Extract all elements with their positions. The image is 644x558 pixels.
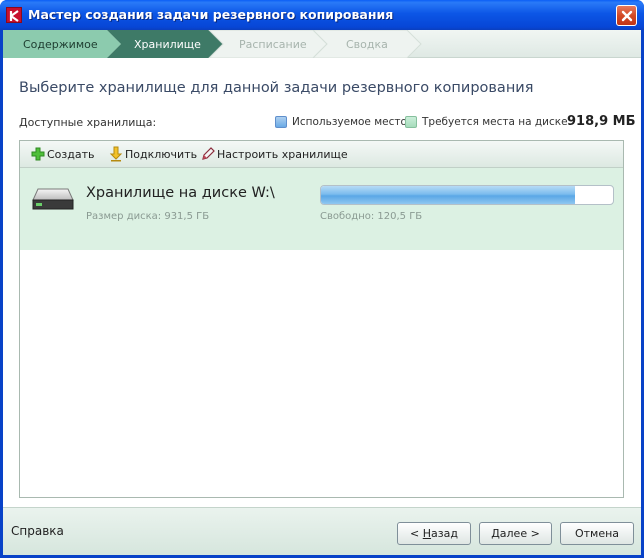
next-label: алее >	[499, 527, 540, 540]
step-summary: Сводка	[346, 38, 388, 51]
create-button-label: Создать	[47, 148, 95, 161]
title-bar[interactable]: Мастер создания задачи резервного копиро…	[0, 0, 644, 30]
hard-drive-icon	[32, 188, 74, 210]
wizard-footer: Справка < Назад Далее > Отмена	[3, 507, 641, 555]
back-button[interactable]: < Назад	[397, 522, 471, 545]
required-space-legend-swatch	[405, 116, 417, 128]
window-title: Мастер создания задачи резервного копиро…	[28, 7, 394, 22]
disk-usage-bar	[320, 185, 614, 205]
kaspersky-k-icon	[6, 7, 22, 23]
step-schedule: Расписание	[239, 38, 307, 51]
create-button[interactable]: Создать	[30, 146, 95, 164]
storage-disk-size: Размер диска: 931,5 ГБ	[86, 211, 210, 222]
configure-storage-button[interactable]: Настроить хранилище	[200, 146, 348, 164]
storage-list-item[interactable]: Хранилище на диске W:\ Размер диска: 931…	[20, 168, 623, 250]
close-x-icon	[621, 10, 633, 22]
help-link[interactable]: Справка	[11, 524, 64, 538]
connect-button-label: Подключить	[125, 148, 198, 161]
used-space-legend-swatch	[275, 116, 287, 128]
available-storages-label: Доступные хранилища:	[19, 116, 157, 129]
storage-name: Хранилище на диске W:\	[86, 185, 275, 201]
back-accel: Н	[422, 527, 432, 540]
cancel-button[interactable]: Отмена	[560, 522, 634, 545]
close-button[interactable]	[616, 5, 637, 26]
step-contents[interactable]: Содержимое	[23, 38, 98, 51]
storage-free-space: Свободно: 120,5 ГБ	[320, 211, 423, 222]
storage-list-panel: Создать Подключить Настроить хранилище Х…	[19, 140, 624, 498]
connect-button[interactable]: Подключить	[108, 146, 198, 164]
configure-storage-label: Настроить хранилище	[217, 148, 348, 161]
next-button[interactable]: Далее >	[479, 522, 552, 545]
storage-toolbar: Создать Подключить Настроить хранилище	[20, 141, 623, 168]
yellow-arrow-down-icon	[109, 146, 123, 162]
required-space-value: 918,9 МБ	[567, 114, 636, 129]
disk-usage-fill	[321, 186, 576, 204]
step-storage[interactable]: Хранилище	[134, 38, 201, 51]
back-prefix: <	[410, 527, 423, 540]
green-plus-icon	[31, 147, 45, 161]
page-heading: Выберите хранилище для данной задачи рез…	[19, 80, 534, 96]
wizard-window: Мастер создания задачи резервного копиро…	[0, 0, 644, 558]
wizard-client-area: Содержимое Хранилище Расписание Сводка В…	[3, 30, 641, 555]
pencil-icon	[202, 147, 215, 160]
wizard-steps-bar: Содержимое Хранилище Расписание Сводка	[3, 30, 641, 58]
used-space-legend-label: Используемое место	[292, 116, 407, 128]
required-space-legend-label: Требуется места на диске:	[422, 116, 572, 128]
next-accel: Д	[491, 527, 500, 540]
back-label: азад	[431, 527, 458, 540]
